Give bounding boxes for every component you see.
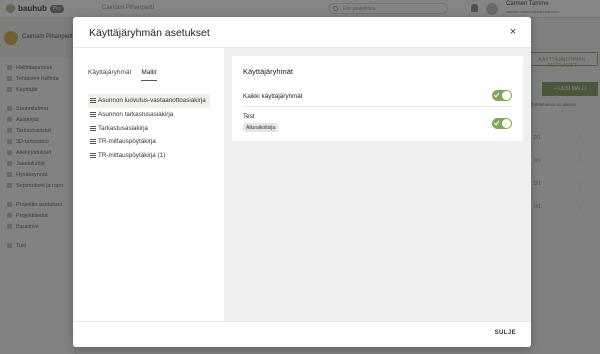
tab-templates[interactable]: Mallit [141,69,157,81]
modal-title: Käyttäjäryhmän asetukset [89,27,210,39]
user-group-toggle[interactable] [492,90,512,101]
template-list: Asunnon luovutus-vastaanottoasiakirja Asu… [88,94,210,162]
template-label: Asunnon tarkastusasiakirja [98,111,174,119]
template-details-pane: Käyttäjäryhmät Kaikki käyttäjäryhmät Tes… [224,48,531,321]
user-group-label: Kaikki käyttäjäryhmät [243,93,303,100]
list-icon [90,139,96,144]
role-badge: Alluraikoitsija [243,123,279,132]
close-button[interactable]: × [506,25,520,39]
template-item[interactable]: TR-mittauspöytäkirja [88,135,210,149]
list-icon [90,125,96,131]
tabs: Käyttäjäryhmät Mallit [88,69,157,81]
template-label: Asunnon luovutus-vastaanottoasiakirja [98,97,206,105]
tab-user-groups[interactable]: Käyttäjäryhmät [88,69,131,81]
close-footer-button[interactable]: SULJE [495,330,516,336]
user-group-settings-modal: Käyttäjäryhmän asetukset × Käyttäjäryhmä… [73,17,531,347]
template-item[interactable]: Asunnon luovutus-vastaanottoasiakirja [88,94,210,108]
user-group-toggle[interactable] [492,118,512,129]
user-group-row: Kaikki käyttäjäryhmät [243,87,512,107]
template-label: TR-mittauspöytäkirja [98,138,156,146]
template-item[interactable]: TR-mittauspöytäkirja (1) [88,149,210,163]
template-item[interactable]: Tarkastusasiakirja [88,121,210,135]
card-title: Käyttäjäryhmät [243,67,294,76]
toggle-knob [502,91,511,100]
toggle-knob [502,119,511,128]
template-label: TR-mittauspöytäkirja (1) [98,152,166,160]
template-item[interactable]: Asunnon tarkastusasiakirja [88,108,210,122]
list-icon [90,153,96,158]
check-icon [493,119,500,126]
check-icon [493,91,500,98]
template-label: Tarkastusasiakirja [98,124,149,132]
user-group-row: Test Alluraikoitsija [243,111,512,137]
modal-footer: SULJE [73,321,531,347]
user-group-label: Test [243,113,255,120]
modal-header: Käyttäjäryhmän asetukset × [73,17,531,48]
list-icon [90,98,96,103]
user-groups-card: Käyttäjäryhmät Kaikki käyttäjäryhmät Tes… [232,56,523,141]
templates-pane: Käyttäjäryhmät Mallit Asunnon luovutus-v… [73,48,224,321]
list-icon [90,112,96,117]
